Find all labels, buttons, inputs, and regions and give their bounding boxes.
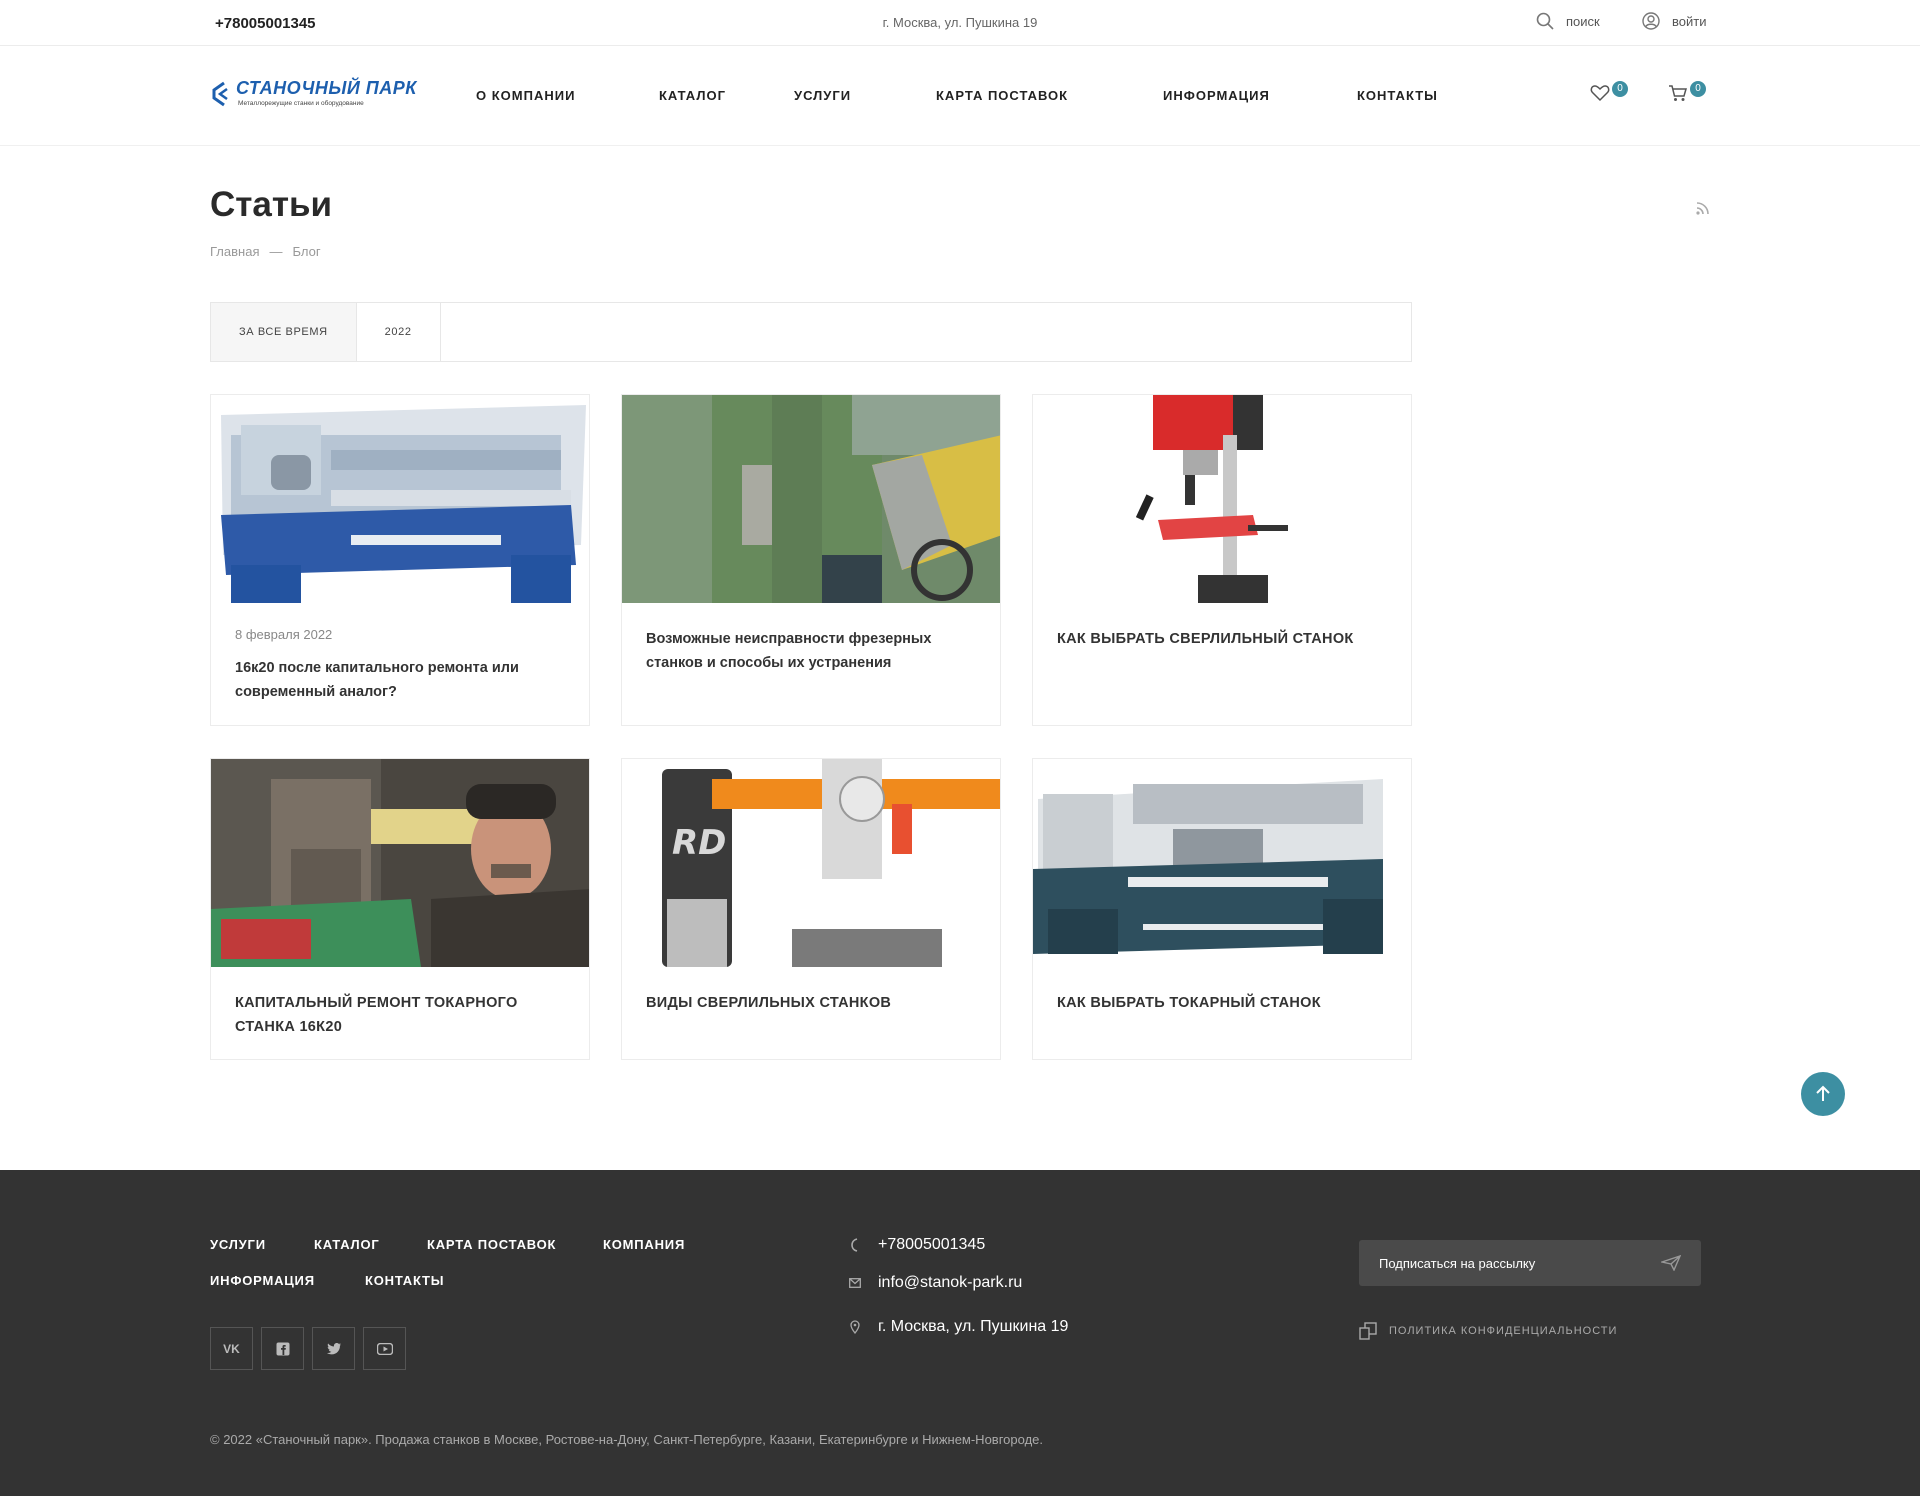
subscribe-label: Подписаться на рассылку xyxy=(1379,1255,1536,1271)
footer-nav-services[interactable]: УСЛУГИ xyxy=(210,1237,266,1252)
send-icon xyxy=(1661,1255,1681,1271)
period-filter: ЗА ВСЕ ВРЕМЯ 2022 xyxy=(210,302,1412,362)
footer-nav-contacts[interactable]: КОНТАКТЫ xyxy=(365,1273,444,1288)
article-title[interactable]: ВИДЫ СВЕРЛИЛЬНЫХ СТАНКОВ xyxy=(646,991,976,1015)
cart-icon xyxy=(1669,85,1687,101)
subscribe-button[interactable]: Подписаться на рассылку xyxy=(1359,1240,1701,1286)
nav-contacts[interactable]: КОНТАКТЫ xyxy=(1357,88,1438,103)
youtube-button[interactable] xyxy=(363,1327,406,1370)
article-image-drill-press xyxy=(1033,395,1411,603)
page-title: Статьи xyxy=(210,185,333,224)
filter-tab-all-time[interactable]: ЗА ВСЕ ВРЕМЯ xyxy=(211,303,357,361)
footer-nav-company[interactable]: КОМПАНИЯ xyxy=(603,1237,685,1252)
phone-icon xyxy=(851,1238,858,1252)
nav-information[interactable]: ИНФОРМАЦИЯ xyxy=(1163,88,1270,103)
filter-tab-2022[interactable]: 2022 xyxy=(357,303,441,361)
location-pin-icon xyxy=(850,1320,860,1334)
facebook-button[interactable] xyxy=(261,1327,304,1370)
article-title[interactable]: КАК ВЫБРАТЬ СВЕРЛИЛЬНЫЙ СТАНОК xyxy=(1057,627,1387,651)
article-image-lathe-teal xyxy=(1033,759,1411,967)
footer: УСЛУГИ КАТАЛОГ КАРТА ПОСТАВОК КОМПАНИЯ И… xyxy=(0,1170,1920,1496)
svg-text:RD: RD xyxy=(672,823,726,863)
article-image-radial-drill: RD xyxy=(622,759,1000,967)
topbar-address: г. Москва, ул. Пушкина 19 xyxy=(882,15,1038,30)
breadcrumb-separator: — xyxy=(269,244,283,259)
topbar: +78005001345 г. Москва, ул. Пушкина 19 п… xyxy=(0,0,1920,46)
login-button[interactable]: войти xyxy=(1642,12,1706,30)
article-title[interactable]: 16к20 после капитального ремонта или сов… xyxy=(235,656,565,704)
mail-icon xyxy=(849,1278,861,1288)
nav-services[interactable]: УСЛУГИ xyxy=(794,88,851,103)
logo[interactable]: СТАНОЧНЫЙ ПАРК Металлорежущие станки и о… xyxy=(210,77,416,117)
nav-about[interactable]: О КОМПАНИИ xyxy=(476,88,575,103)
login-label: войти xyxy=(1672,13,1707,29)
favorites-button[interactable]: 0 xyxy=(1590,81,1628,102)
article-image-milling-machine xyxy=(622,395,1000,603)
article-card[interactable]: Возможные неисправности фрезерных станко… xyxy=(621,394,1001,726)
nav-delivery-map[interactable]: КАРТА ПОСТАВОК xyxy=(936,88,1068,103)
article-card[interactable]: КАК ВЫБРАТЬ СВЕРЛИЛЬНЫЙ СТАНОК xyxy=(1032,394,1412,726)
footer-phone[interactable]: +78005001345 xyxy=(848,1236,985,1254)
footer-address-text: г. Москва, ул. Пушкина 19 xyxy=(878,1318,1069,1335)
article-title[interactable]: Возможные неисправности фрезерных станко… xyxy=(646,627,976,675)
nav-catalog[interactable]: КАТАЛОГ xyxy=(659,88,726,103)
footer-nav-catalog[interactable]: КАТАЛОГ xyxy=(314,1237,380,1252)
cart-count-badge: 0 xyxy=(1690,81,1706,97)
article-card[interactable]: RD ВИДЫ СВЕРЛИЛЬНЫХ СТАНКОВ xyxy=(621,758,1001,1060)
scroll-to-top-button[interactable] xyxy=(1801,1072,1845,1116)
document-icon xyxy=(1359,1322,1377,1340)
facebook-icon xyxy=(276,1342,289,1355)
breadcrumb: Главная — Блог xyxy=(210,244,321,259)
vk-button[interactable]: VK xyxy=(210,1327,253,1370)
footer-nav-information[interactable]: ИНФОРМАЦИЯ xyxy=(210,1273,315,1288)
article-card[interactable]: 8 февраля 2022 16к20 после капитального … xyxy=(210,394,590,726)
twitter-icon xyxy=(326,1342,341,1354)
breadcrumb-home[interactable]: Главная xyxy=(210,244,259,259)
search-icon xyxy=(1536,12,1554,30)
footer-address: г. Москва, ул. Пушкина 19 xyxy=(848,1318,1068,1336)
youtube-icon xyxy=(376,1342,393,1355)
search-label: поиск xyxy=(1566,13,1600,29)
rss-icon[interactable] xyxy=(1695,200,1711,216)
article-date: 8 февраля 2022 xyxy=(235,627,333,642)
footer-email[interactable]: info@stanok-park.ru xyxy=(848,1274,1022,1292)
heart-icon xyxy=(1590,85,1610,102)
copyright: © 2022 «Станочный парк». Продажа станков… xyxy=(210,1432,1043,1447)
article-card[interactable]: КАПИТАЛЬНЫЙ РЕМОНТ ТОКАРНОГО СТАНКА 16К2… xyxy=(210,758,590,1060)
arrow-up-icon xyxy=(1816,1085,1830,1101)
breadcrumb-blog: Блог xyxy=(292,244,321,259)
logo-title: СТАНОЧНЫЙ ПАРК xyxy=(236,78,417,98)
vk-icon: VK xyxy=(223,1341,240,1356)
privacy-policy-label: ПОЛИТИКА КОНФИДЕНЦИАЛЬНОСТИ xyxy=(1389,1325,1618,1337)
article-card[interactable]: КАК ВЫБРАТЬ ТОКАРНЫЙ СТАНОК xyxy=(1032,758,1412,1060)
logo-mark-icon xyxy=(212,81,228,107)
cart-button[interactable]: 0 xyxy=(1668,81,1706,102)
article-image-lathe xyxy=(211,395,589,603)
twitter-button[interactable] xyxy=(312,1327,355,1370)
favorites-count-badge: 0 xyxy=(1612,81,1628,97)
privacy-policy-link[interactable]: ПОЛИТИКА КОНФИДЕНЦИАЛЬНОСТИ xyxy=(1359,1322,1617,1340)
search-button[interactable]: поиск xyxy=(1536,12,1600,30)
footer-phone-text: +78005001345 xyxy=(878,1236,986,1253)
article-title[interactable]: КАПИТАЛЬНЫЙ РЕМОНТ ТОКАРНОГО СТАНКА 16К2… xyxy=(235,991,565,1039)
article-title[interactable]: КАК ВЫБРАТЬ ТОКАРНЫЙ СТАНОК xyxy=(1057,991,1387,1015)
logo-subtitle: Металлорежущие станки и оборудование xyxy=(238,100,364,107)
footer-nav-delivery-map[interactable]: КАРТА ПОСТАВОК xyxy=(427,1237,556,1252)
footer-email-text: info@stanok-park.ru xyxy=(878,1274,1023,1291)
article-image-worker-repair xyxy=(211,759,589,967)
user-icon xyxy=(1642,12,1660,30)
